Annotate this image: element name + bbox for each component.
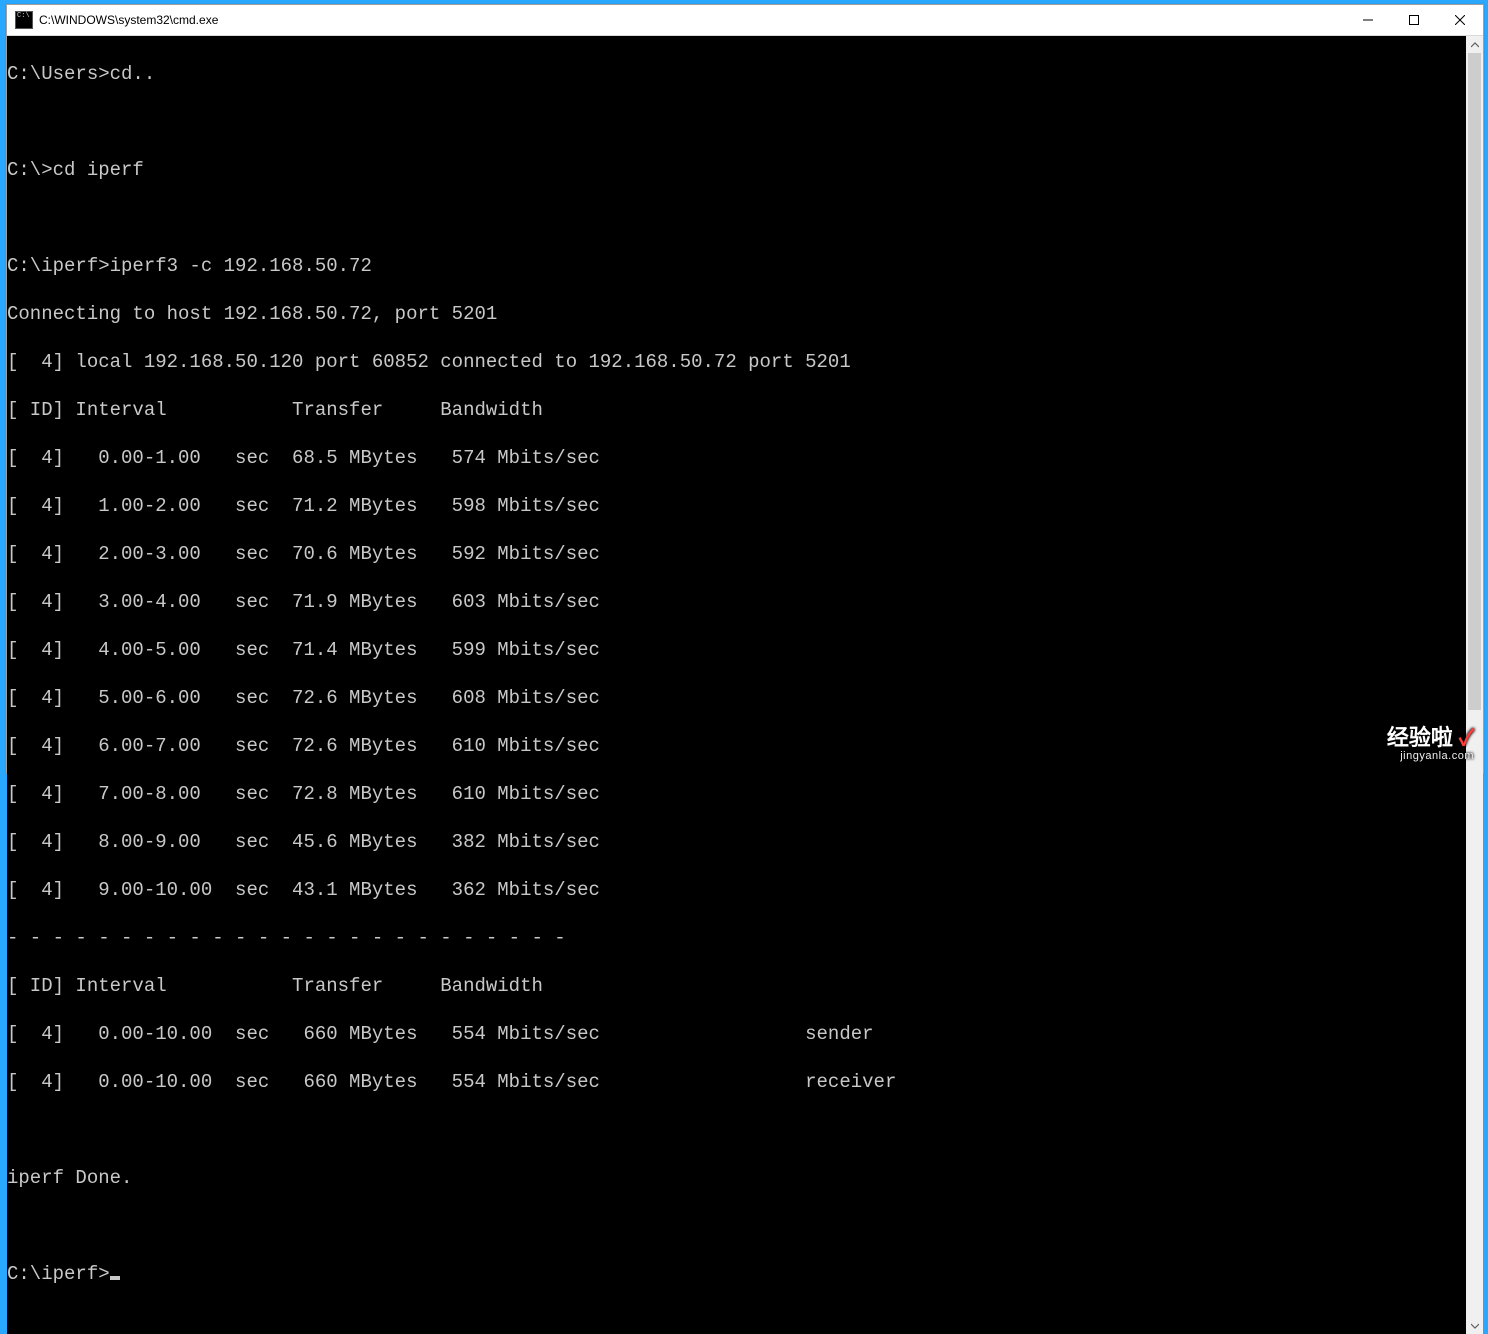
terminal-line: [ 4] 7.00-8.00 sec 72.8 MBytes 610 Mbits… [7, 782, 1466, 806]
terminal-line: [ 4] 3.00-4.00 sec 71.9 MBytes 603 Mbits… [7, 590, 1466, 614]
maximize-icon [1409, 15, 1419, 25]
terminal-line: C:\iperf>iperf3 -c 192.168.50.72 [7, 254, 1466, 278]
scroll-thumb[interactable] [1468, 53, 1481, 710]
scroll-up-button[interactable] [1466, 36, 1483, 53]
terminal-line: [ 4] 0.00-10.00 sec 660 MBytes 554 Mbits… [7, 1070, 1466, 1094]
cmd-icon [15, 11, 33, 29]
maximize-button[interactable] [1391, 5, 1437, 35]
terminal-prompt-line: C:\iperf> [7, 1262, 1466, 1286]
scroll-track[interactable] [1466, 53, 1483, 1317]
desktop: C:\WINDOWS\system32\cmd.exe C:\User [0, 0, 1488, 776]
terminal-line: [ ID] Interval Transfer Bandwidth [7, 398, 1466, 422]
scroll-down-button[interactable] [1466, 1317, 1483, 1334]
minimize-button[interactable] [1345, 5, 1391, 35]
terminal-line: C:\Users>cd.. [7, 62, 1466, 86]
terminal-line: [ 4] 0.00-1.00 sec 68.5 MBytes 574 Mbits… [7, 446, 1466, 470]
chevron-up-icon [1471, 42, 1479, 48]
terminal-line [7, 206, 1466, 230]
terminal-line: iperf Done. [7, 1166, 1466, 1190]
terminal-line: [ ID] Interval Transfer Bandwidth [7, 974, 1466, 998]
vertical-scrollbar[interactable] [1466, 36, 1483, 1334]
terminal-line: [ 4] 9.00-10.00 sec 43.1 MBytes 362 Mbit… [7, 878, 1466, 902]
terminal-line: [ 4] 4.00-5.00 sec 71.4 MBytes 599 Mbits… [7, 638, 1466, 662]
watermark-title: 经验啦 [1387, 725, 1453, 750]
terminal-line: [ 4] 0.00-10.00 sec 660 MBytes 554 Mbits… [7, 1022, 1466, 1046]
terminal-line [7, 1118, 1466, 1142]
cmd-window: C:\WINDOWS\system32\cmd.exe C:\User [6, 4, 1484, 774]
close-icon [1455, 15, 1465, 25]
client-area: C:\Users>cd.. C:\>cd iperf C:\iperf>iper… [7, 36, 1483, 1334]
terminal-line: [ 4] 6.00-7.00 sec 72.6 MBytes 610 Mbits… [7, 734, 1466, 758]
terminal-line: - - - - - - - - - - - - - - - - - - - - … [7, 926, 1466, 950]
terminal-prompt: C:\iperf> [7, 1263, 110, 1285]
minimize-icon [1363, 15, 1373, 25]
watermark: 经验啦 ✓ jingyanla.com [1387, 727, 1474, 762]
terminal-line: [ 4] 1.00-2.00 sec 71.2 MBytes 598 Mbits… [7, 494, 1466, 518]
terminal-line: C:\>cd iperf [7, 158, 1466, 182]
close-button[interactable] [1437, 5, 1483, 35]
terminal-line: [ 4] 8.00-9.00 sec 45.6 MBytes 382 Mbits… [7, 830, 1466, 854]
terminal-line: Connecting to host 192.168.50.72, port 5… [7, 302, 1466, 326]
cursor-icon [110, 1276, 120, 1280]
watermark-sub: jingyanla.com [1387, 751, 1474, 762]
watermark-check-icon: ✓ [1459, 725, 1474, 750]
terminal-line [7, 110, 1466, 134]
chevron-down-icon [1471, 1323, 1479, 1329]
terminal-line: [ 4] local 192.168.50.120 port 60852 con… [7, 350, 1466, 374]
terminal-line: [ 4] 5.00-6.00 sec 72.6 MBytes 608 Mbits… [7, 686, 1466, 710]
window-title: C:\WINDOWS\system32\cmd.exe [39, 13, 218, 27]
terminal-output[interactable]: C:\Users>cd.. C:\>cd iperf C:\iperf>iper… [7, 36, 1466, 1334]
titlebar[interactable]: C:\WINDOWS\system32\cmd.exe [7, 5, 1483, 36]
terminal-line [7, 1214, 1466, 1238]
terminal-line: [ 4] 2.00-3.00 sec 70.6 MBytes 592 Mbits… [7, 542, 1466, 566]
